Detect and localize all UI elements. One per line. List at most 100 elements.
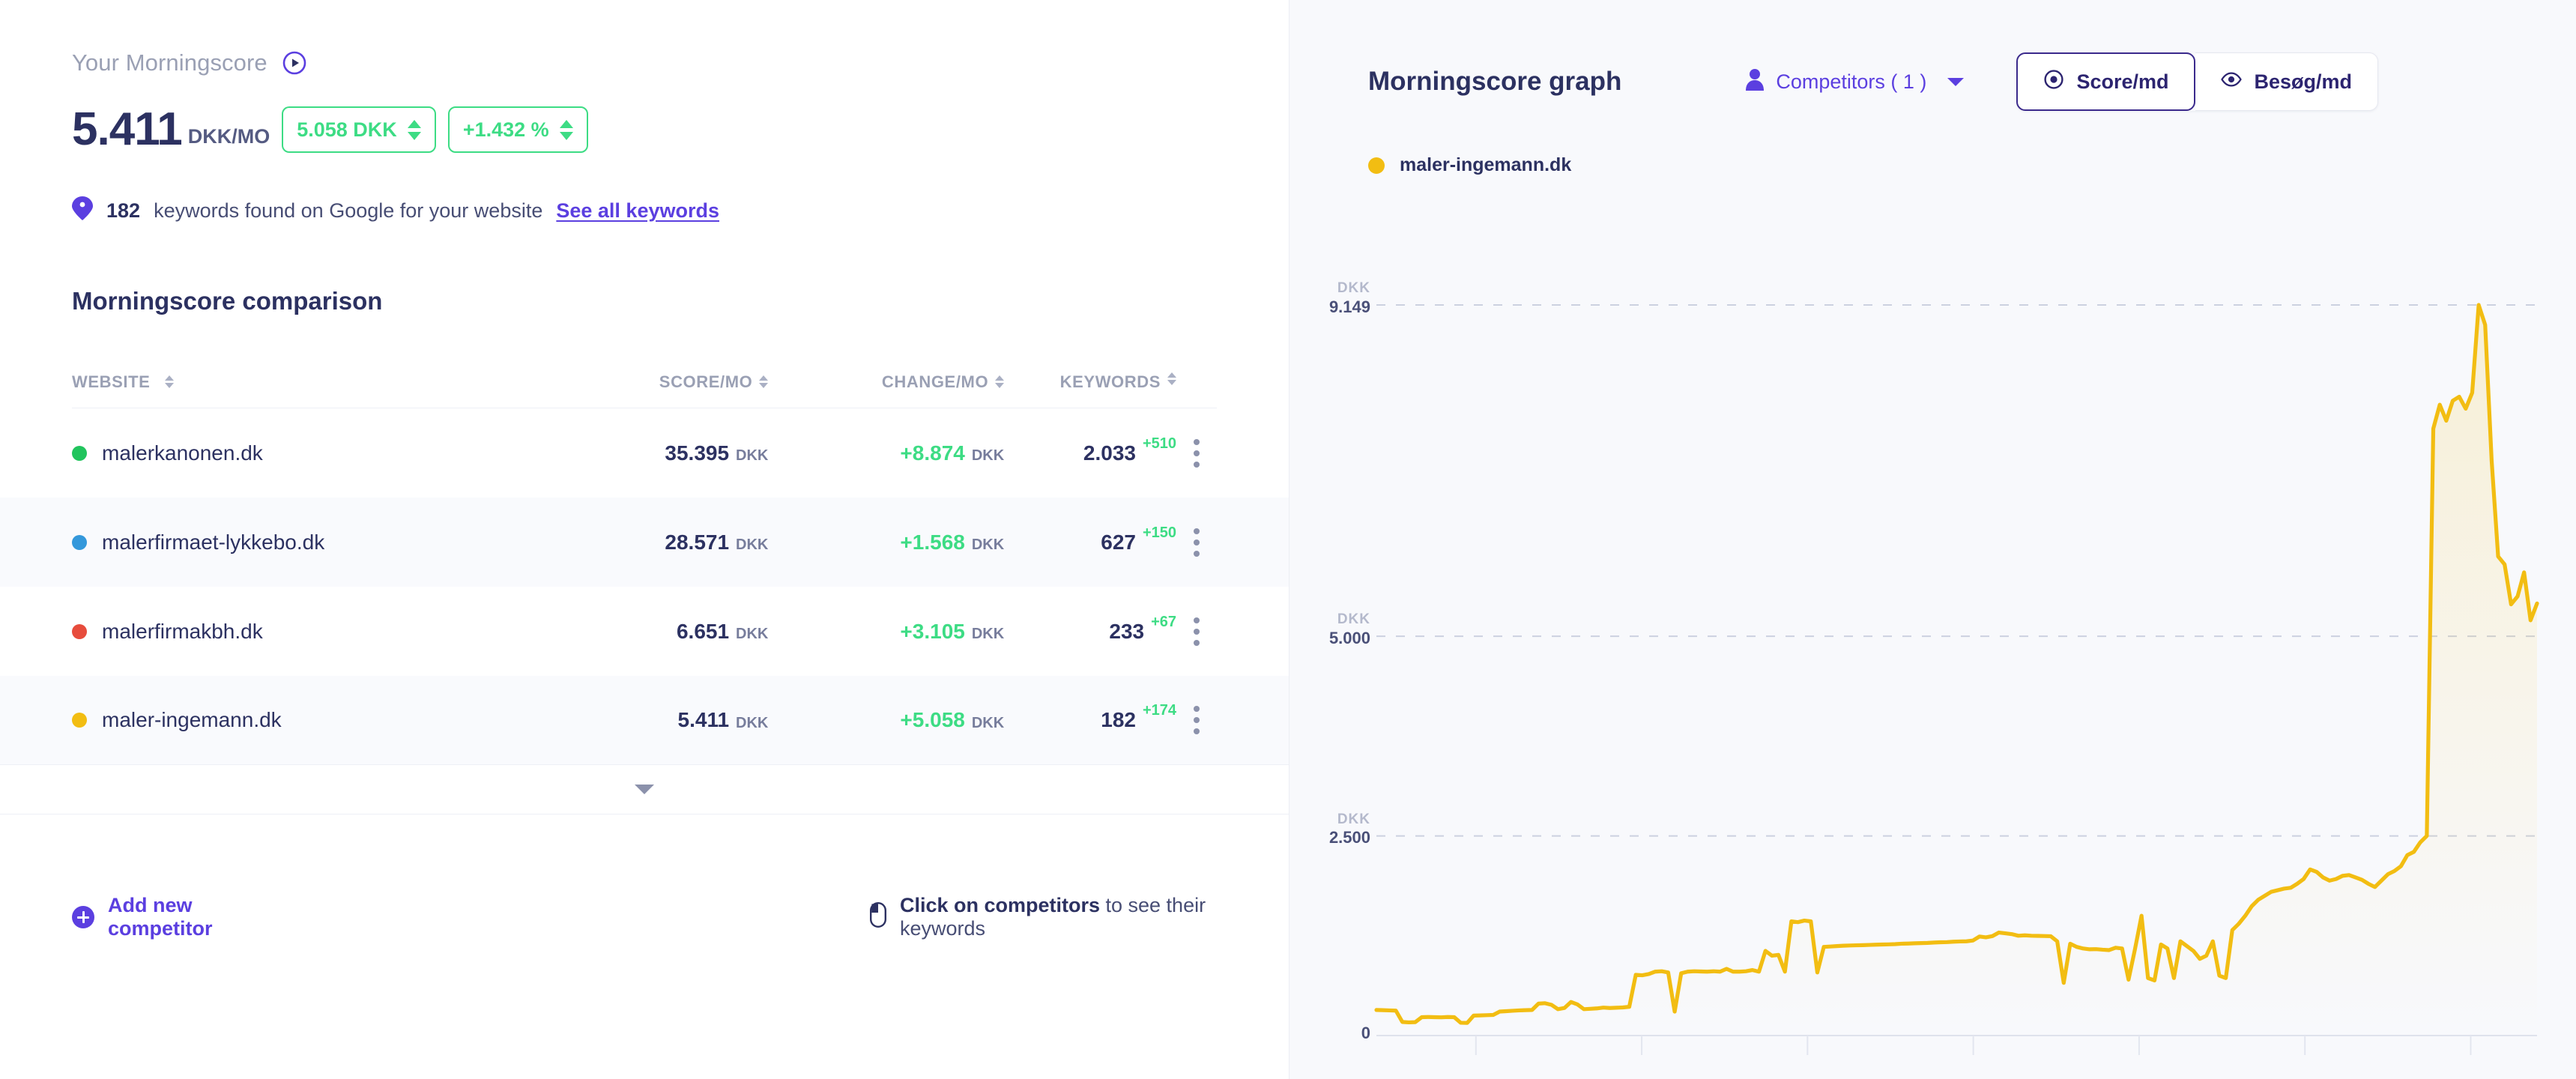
left-panel-content: Your Morningscore 5.411DKK/MO 5.058 DKK bbox=[0, 0, 1289, 940]
play-circle-icon[interactable] bbox=[282, 51, 306, 75]
chart-y-tick-value: 0 bbox=[1361, 1024, 1370, 1042]
chart-y-tick-label: DKK 5.000 bbox=[1258, 611, 1370, 647]
row-score: 35.395 DKK bbox=[529, 441, 769, 465]
series-color-dot bbox=[72, 623, 87, 639]
score-change-badge[interactable]: 5.058 DKK bbox=[282, 106, 436, 153]
row-score-unit: DKK bbox=[736, 714, 769, 731]
column-header-website[interactable]: WEBSITE bbox=[72, 372, 529, 392]
percent-change-badge-label: +1.432 % bbox=[462, 118, 549, 141]
sort-arrows-icon bbox=[1167, 372, 1177, 385]
target-icon bbox=[2043, 69, 2064, 95]
keywords-count: 182 bbox=[106, 199, 141, 222]
column-header-keywords-label: KEYWORDS bbox=[1059, 372, 1161, 391]
your-morningscore-label: Your Morningscore bbox=[72, 49, 267, 76]
row-change: +1.568 DKK bbox=[768, 531, 1004, 554]
keywords-text: keywords found on Google for your websit… bbox=[154, 199, 543, 222]
mouse-icon bbox=[869, 901, 886, 933]
competitor-table: WEBSITE SCORE/MO CHANGE/MO KEYWORDS male… bbox=[0, 356, 1289, 814]
add-new-competitor-label: Add new competitor bbox=[108, 894, 213, 940]
row-score-unit: DKK bbox=[736, 537, 769, 553]
chart-y-tick-unit: DKK bbox=[1337, 611, 1370, 628]
table-row[interactable]: maler-ingemann.dk 5.411 DKK +5.058 DKK 182 +17… bbox=[0, 676, 1289, 765]
row-score-value: 6.651 bbox=[676, 619, 730, 643]
your-morningscore-header: Your Morningscore bbox=[72, 0, 1217, 76]
row-actions bbox=[1176, 519, 1217, 566]
row-change-unit: DKK bbox=[971, 447, 1005, 464]
row-change: +3.105 DKK bbox=[768, 620, 1004, 644]
chart-canvas bbox=[1374, 303, 2539, 1055]
score-change-badge-label: 5.058 DKK bbox=[297, 118, 397, 141]
row-keywords-delta: +150 bbox=[1142, 524, 1177, 541]
row-menu-button[interactable] bbox=[1185, 519, 1209, 566]
row-keywords: 627 +150 bbox=[1004, 525, 1176, 554]
row-change-unit: DKK bbox=[971, 537, 1005, 553]
row-change-value: +1.568 bbox=[900, 530, 965, 554]
table-row[interactable]: malerkanonen.dk 35.395 DKK +8.874 DKK 2.033 +5… bbox=[0, 408, 1289, 498]
expand-rows-button[interactable] bbox=[0, 765, 1289, 814]
keywords-summary: 182 keywords found on Google for your we… bbox=[72, 196, 1217, 226]
chart-y-tick-label: DKK 2.500 bbox=[1258, 811, 1370, 847]
table-row[interactable]: malerfirmakbh.dk 6.651 DKK +3.105 DKK 233 +67 bbox=[0, 587, 1289, 676]
row-score-unit: DKK bbox=[736, 447, 769, 464]
metric-toggle-group: Score/md Besøg/md bbox=[2016, 52, 2379, 111]
row-actions bbox=[1176, 608, 1217, 655]
tab-visits-per-month-label: Besøg/md bbox=[2254, 70, 2353, 93]
up-down-arrows-icon bbox=[559, 119, 573, 140]
click-competitors-hint-bold: Click on competitors bbox=[899, 894, 1100, 916]
add-new-competitor-button[interactable]: Add new competitor bbox=[72, 894, 259, 940]
row-website: malerfirmaet-lykkebo.dk bbox=[72, 531, 529, 554]
sort-arrows-icon bbox=[165, 375, 175, 388]
row-website-label: malerfirmaet-lykkebo.dk bbox=[102, 530, 325, 554]
row-website: malerfirmakbh.dk bbox=[72, 620, 529, 644]
right-panel: Morningscore graph Competitors ( 1 ) Sco… bbox=[1289, 0, 2576, 1079]
tab-score-per-month-label: Score/md bbox=[2076, 70, 2169, 93]
row-menu-button[interactable] bbox=[1185, 697, 1209, 743]
row-keywords: 2.033 +510 bbox=[1004, 435, 1176, 465]
row-website: malerkanonen.dk bbox=[72, 441, 529, 465]
chart-x-gridlines bbox=[1475, 1036, 2472, 1055]
row-menu-button[interactable] bbox=[1185, 608, 1209, 655]
row-score-value: 35.395 bbox=[665, 441, 730, 465]
left-footer: Add new competitor Click on competitors … bbox=[72, 894, 1217, 940]
series-color-dot bbox=[72, 445, 87, 461]
column-header-score[interactable]: SCORE/MO bbox=[529, 372, 769, 392]
plus-circle-icon bbox=[72, 906, 94, 928]
row-change-value: +8.874 bbox=[900, 441, 965, 465]
morningscore-chart[interactable]: DKK9.149DKK5.000DKK2.5000 Dec 28, 2021Ja… bbox=[1289, 193, 2576, 1055]
column-header-keywords[interactable]: KEYWORDS bbox=[1004, 372, 1177, 392]
score-value-group: 5.411 DKK/MO bbox=[72, 106, 270, 153]
chart-legend: maler-ingemann.dk bbox=[1368, 154, 2576, 176]
graph-header: Morningscore graph Competitors ( 1 ) Sco… bbox=[1289, 0, 2576, 111]
competitors-dropdown[interactable]: Competitors ( 1 ) bbox=[1746, 68, 1965, 96]
row-menu-button[interactable] bbox=[1185, 430, 1209, 477]
up-down-arrows-icon bbox=[407, 119, 421, 140]
tag-icon bbox=[72, 196, 93, 226]
row-change-value: +3.105 bbox=[900, 619, 965, 643]
table-header-row: WEBSITE SCORE/MO CHANGE/MO KEYWORDS bbox=[72, 356, 1217, 408]
row-keywords-delta: +67 bbox=[1151, 613, 1177, 630]
comparison-title: Morningscore comparison bbox=[72, 287, 383, 315]
chart-y-tick-label: 0 bbox=[1258, 1024, 1370, 1042]
row-keywords: 182 +174 bbox=[1004, 702, 1176, 732]
row-website: maler-ingemann.dk bbox=[72, 708, 529, 732]
graph-title: Morningscore graph bbox=[1368, 67, 1622, 96]
row-change-unit: DKK bbox=[971, 714, 1005, 731]
click-competitors-hint: Click on competitors to see their keywor… bbox=[869, 894, 1217, 940]
table-row[interactable]: malerfirmaet-lykkebo.dk 28.571 DKK +1.568 DK… bbox=[0, 498, 1289, 587]
row-keywords-value: 2.033 bbox=[1083, 441, 1136, 465]
percent-change-badge[interactable]: +1.432 % bbox=[447, 106, 588, 153]
row-keywords-value: 233 bbox=[1109, 619, 1145, 643]
see-all-keywords-link[interactable]: See all keywords bbox=[556, 199, 719, 223]
chevron-down-icon bbox=[1947, 77, 1965, 86]
tab-score-per-month[interactable]: Score/md bbox=[2016, 52, 2196, 111]
row-score-value: 5.411 bbox=[677, 708, 730, 731]
left-panel: Your Morningscore 5.411DKK/MO 5.058 DKK bbox=[0, 0, 1289, 1079]
row-keywords-value: 182 bbox=[1101, 708, 1136, 731]
person-icon bbox=[1746, 68, 1765, 96]
table-body: malerkanonen.dk 35.395 DKK +8.874 DKK 2.033 +5… bbox=[0, 408, 1289, 765]
tab-visits-per-month[interactable]: Besøg/md bbox=[2195, 52, 2379, 111]
score-unit: DKK/MO bbox=[187, 125, 270, 148]
column-header-change[interactable]: CHANGE/MO bbox=[768, 372, 1005, 392]
chart-y-tick-label: DKK 9.149 bbox=[1258, 279, 1370, 316]
dashboard-root: Your Morningscore 5.411DKK/MO 5.058 DKK bbox=[0, 0, 2576, 1079]
